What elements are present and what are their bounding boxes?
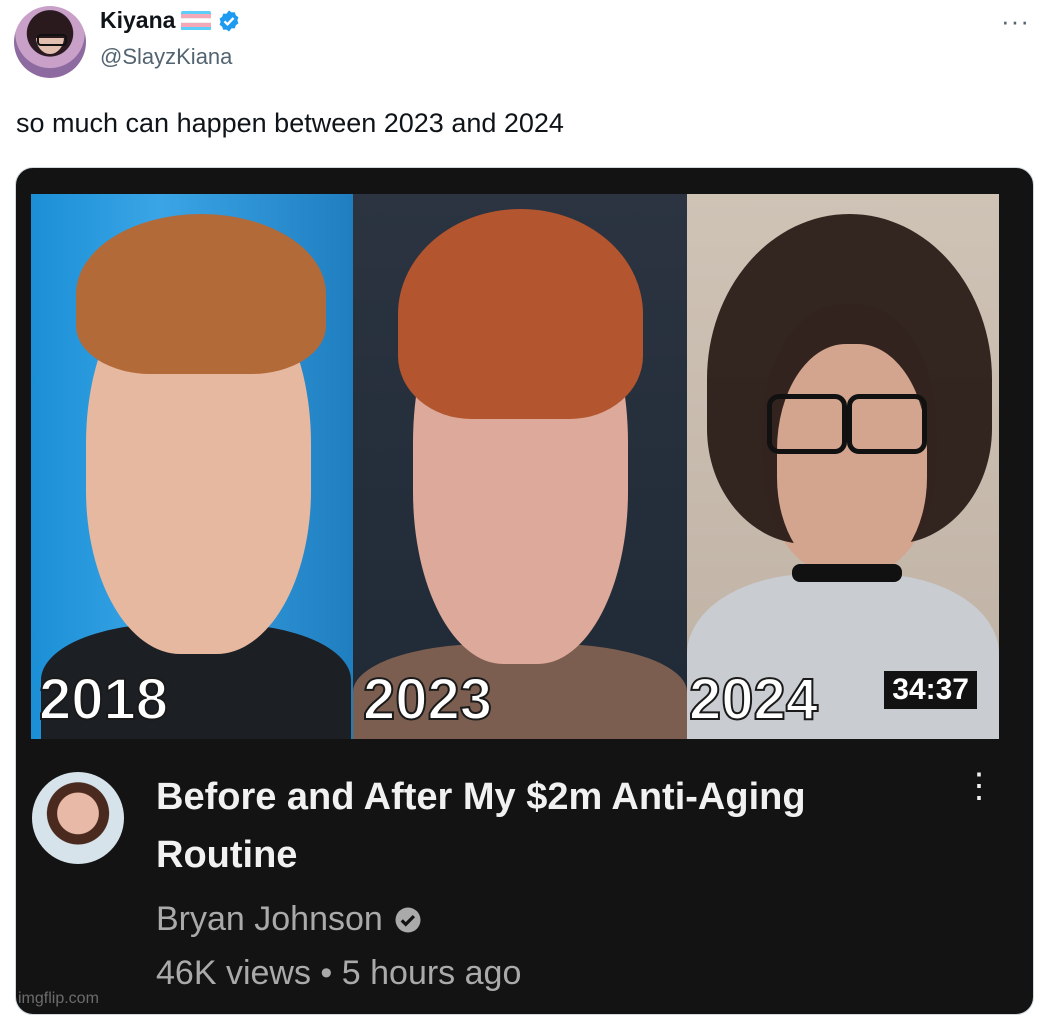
glasses-shape (847, 394, 927, 454)
upload-age: 5 hours ago (341, 954, 522, 992)
video-stats: 46K views • 5 hours ago (156, 954, 521, 993)
watermark-text: imgflip.com (18, 990, 99, 1007)
view-count: 46K views (156, 954, 311, 992)
verified-check-icon (395, 907, 421, 932)
author-name-row: Kiyana (100, 7, 241, 34)
year-label: 2018 (38, 666, 169, 733)
glasses-shape (767, 394, 847, 454)
thumbnail-panel-2024: 2024 34:37 (687, 194, 999, 739)
author-avatar[interactable] (14, 6, 86, 78)
year-label: 2024 (688, 666, 819, 733)
year-label: 2023 (362, 666, 493, 733)
thumbnail-panel-2023: 2023 (353, 194, 687, 739)
video-title[interactable]: Before and After My $2m Anti-Aging Routi… (156, 768, 856, 884)
verified-badge-icon (220, 10, 239, 31)
channel-avatar[interactable] (32, 772, 124, 864)
choker-shape (792, 564, 902, 582)
hair-shape (76, 214, 326, 374)
channel-name[interactable]: Bryan Johnson (156, 900, 383, 939)
separator-dot: • (320, 954, 333, 992)
channel-row: Bryan Johnson (156, 900, 423, 939)
face-shape-front (777, 344, 927, 574)
author-name[interactable]: Kiyana (100, 7, 175, 34)
thumbnail-panel-2018: 2018 (31, 194, 353, 739)
avatar-glasses (37, 34, 67, 46)
video-menu-icon[interactable]: ⋮ (962, 769, 996, 803)
author-handle[interactable]: @SlayzKiana (100, 44, 232, 70)
video-thumbnail[interactable]: 2018 2023 2024 34:37 (31, 194, 999, 739)
tweet-media[interactable]: 2018 2023 2024 34:37 Before and After My… (15, 167, 1034, 1015)
tweet-text: so much can happen between 2023 and 2024 (16, 108, 564, 138)
trans-flag-icon (181, 10, 212, 31)
more-options-icon[interactable]: ··· (1001, 6, 1030, 37)
hair-shape (398, 209, 643, 419)
video-duration-badge: 34:37 (884, 671, 977, 709)
